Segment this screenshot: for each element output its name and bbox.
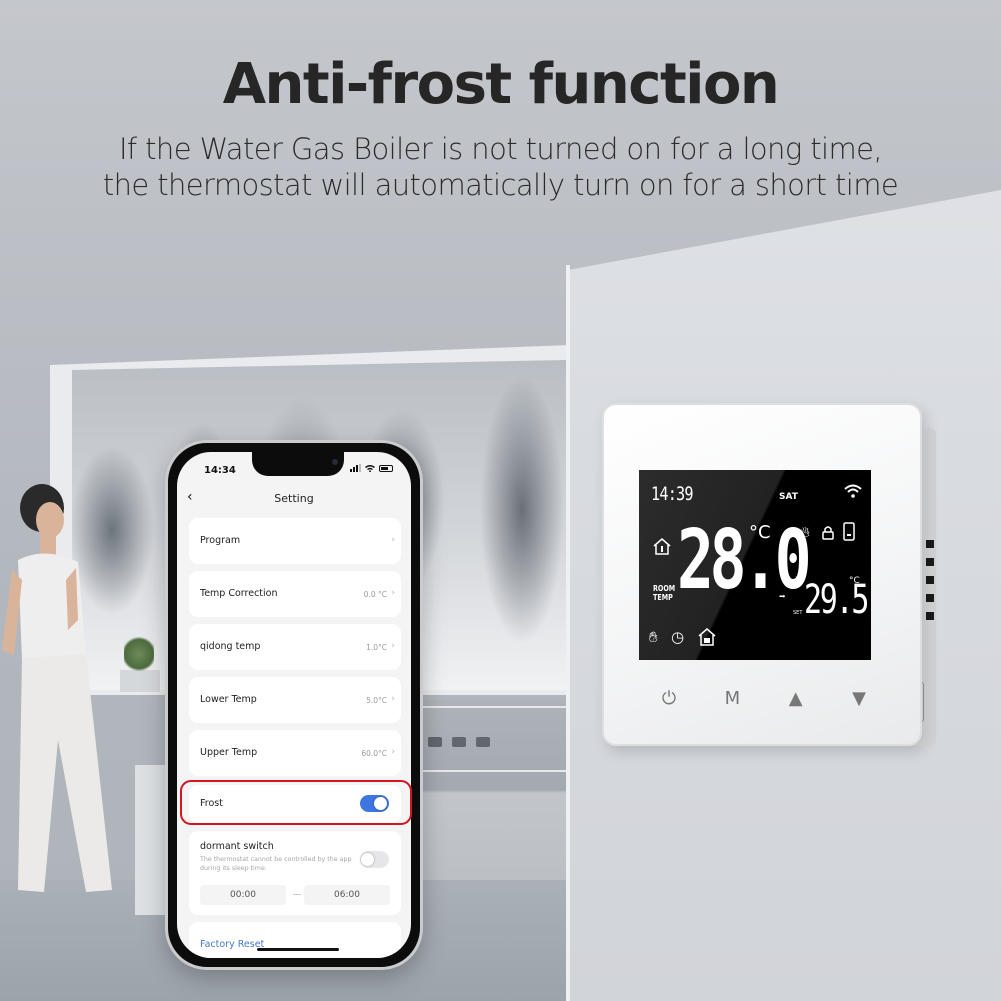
headline-subtitle-line2: the thermostat will automatically turn o… <box>102 168 899 202</box>
settings-row-temp-correction[interactable]: Temp Correction 0.0 °C › <box>189 571 401 617</box>
lcd-display: 14:39 SAT 🔥︎ 28.0 °C ROOM TEMP ➡ ☼ SET 2… <box>639 470 871 660</box>
room-temp-label: ROOM TEMP <box>653 584 675 602</box>
sun-icon: ☼ <box>794 575 803 585</box>
settings-row-lower-temp[interactable]: Lower Temp 5.0°C › <box>189 677 401 723</box>
vent-slot <box>926 540 934 548</box>
room-temp-unit: °C <box>749 522 771 543</box>
row-label: dormant switch <box>200 841 274 852</box>
battery-icon <box>379 464 393 472</box>
dormant-end-time[interactable]: 06:00 <box>304 885 390 905</box>
mode-button[interactable]: M <box>717 688 747 709</box>
settings-row-frost: Frost <box>189 785 401 823</box>
vent-slot <box>926 558 934 566</box>
toggle-knob <box>374 797 387 810</box>
row-label: Lower Temp <box>200 694 257 705</box>
battery-icon <box>843 522 855 541</box>
vent-slot <box>926 576 934 584</box>
page-title: Setting <box>274 492 314 505</box>
row-label: Upper Temp <box>200 747 258 758</box>
status-icons <box>350 464 393 472</box>
time-separator <box>293 894 301 895</box>
row-value: 0.0 °C <box>363 590 387 599</box>
chevron-right-icon: › <box>391 588 395 598</box>
dormant-description: The thermostat cannot be controlled by t… <box>200 856 352 872</box>
camera-icon <box>332 459 338 465</box>
arrow-right-icon: ➡ <box>779 590 786 603</box>
frost-toggle[interactable] <box>360 795 389 812</box>
wifi-icon <box>365 465 375 472</box>
clock-icon: ◷ <box>671 628 685 646</box>
room-temperature: 28.0 <box>677 513 812 608</box>
lcd-clock: 14:39 <box>651 483 694 505</box>
phone-notch <box>252 452 344 476</box>
faucet <box>476 737 490 747</box>
settings-row-factory-reset: Factory Reset <box>189 922 401 958</box>
row-value: 1.0°C <box>366 643 387 652</box>
headline-title: Anti-frost function <box>222 52 780 117</box>
room-label-line2: TEMP <box>653 593 673 602</box>
wifi-icon <box>844 484 862 498</box>
set-temp-unit: °C <box>849 576 860 586</box>
home-indicator <box>257 948 339 951</box>
dormant-start-time[interactable]: 00:00 <box>200 885 286 905</box>
room-label-line1: ROOM <box>653 584 676 593</box>
chevron-right-icon: › <box>391 747 395 757</box>
settings-row-program[interactable]: Program › <box>189 518 401 564</box>
vent-slot <box>926 612 934 620</box>
factory-reset-link[interactable]: Factory Reset <box>200 939 264 950</box>
phone-screen: 14:34 ‹ Setting Program › Temp Correctio… <box>177 452 411 958</box>
settings-row-dormant: dormant switch The thermostat cannot be … <box>189 831 401 915</box>
home-icon <box>653 538 671 555</box>
headline-subtitle-line1: If the Water Gas Boiler is not turned on… <box>118 132 883 166</box>
wall-edge <box>566 265 570 1001</box>
smartphone: 14:34 ‹ Setting Program › Temp Correctio… <box>165 440 423 970</box>
row-label: Frost <box>200 798 223 809</box>
power-button[interactable]: ⏻ <box>654 688 684 709</box>
row-value: 5.0°C <box>366 696 387 705</box>
row-value: 60.0°C <box>361 749 387 758</box>
row-label: Temp Correction <box>200 588 278 599</box>
chevron-right-icon: › <box>391 535 395 545</box>
faucet <box>428 737 442 747</box>
status-time: 14:34 <box>204 465 236 476</box>
settings-row-qidong-temp[interactable]: qidong temp 1.0°C › <box>189 624 401 670</box>
signal-icon <box>350 464 361 472</box>
lcd-day: SAT <box>779 492 798 502</box>
tub-edge <box>420 706 568 708</box>
row-label: qidong temp <box>200 641 261 652</box>
lock-icon <box>822 526 834 540</box>
down-button[interactable]: ▼ <box>844 688 874 709</box>
set-temperature: 29.5 <box>804 577 870 623</box>
away-home-icon <box>698 628 716 646</box>
toggle-knob <box>361 853 374 866</box>
chevron-right-icon: › <box>391 694 395 704</box>
tub-edge <box>420 770 568 772</box>
thermostat: 14:39 SAT 🔥︎ 28.0 °C ROOM TEMP ➡ ☼ SET 2… <box>602 403 922 746</box>
faucet <box>452 737 466 747</box>
woman-figure <box>2 484 112 892</box>
dormant-toggle[interactable] <box>360 851 389 868</box>
chevron-right-icon: › <box>391 641 395 651</box>
thermostat-buttons: ⏻ M ▲ ▼ <box>654 688 874 709</box>
set-label: SET <box>793 610 803 616</box>
vent-slot <box>926 594 934 602</box>
settings-row-upper-temp[interactable]: Upper Temp 60.0°C › <box>189 730 401 776</box>
row-label: Program <box>200 535 241 546</box>
hand-icon: ✋︎ <box>649 628 658 646</box>
up-button[interactable]: ▲ <box>781 688 811 709</box>
